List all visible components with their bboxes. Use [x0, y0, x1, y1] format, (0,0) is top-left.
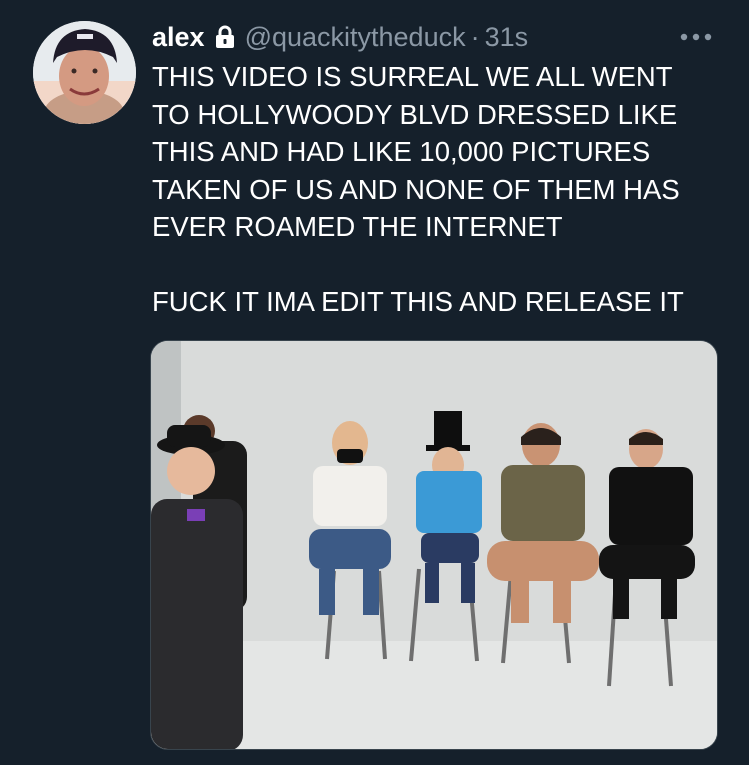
tweet-text: THIS VIDEO IS SURREAL WE ALL WENT TO HOL… [152, 61, 684, 317]
more-horizontal-icon[interactable] [679, 30, 713, 42]
tweet: alex @quackitytheduck · 31s THIS VIDEO I… [0, 0, 749, 765]
separator-dot: · [470, 21, 480, 52]
tweet-media-photo[interactable] [150, 340, 718, 750]
lock-icon [215, 25, 235, 49]
avatar[interactable] [33, 21, 136, 124]
display-name[interactable]: alex [152, 22, 205, 53]
group-photo [151, 341, 717, 749]
tweet-header: alex @quackitytheduck · 31s [152, 20, 528, 54]
author-handle[interactable]: @quackitytheduck [245, 22, 466, 53]
timestamp[interactable]: 31s [485, 22, 529, 53]
avatar-photo [33, 21, 136, 124]
